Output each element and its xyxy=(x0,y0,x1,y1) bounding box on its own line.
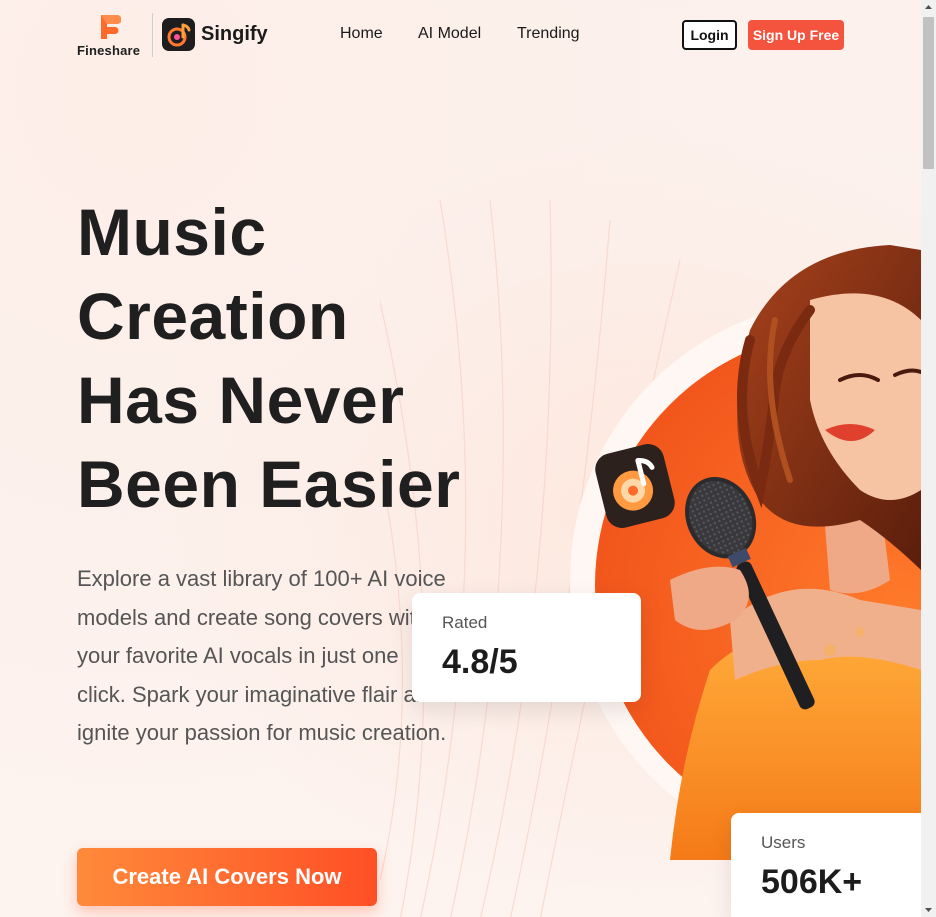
nav-home[interactable]: Home xyxy=(340,25,383,43)
headline-line: Music xyxy=(77,195,267,269)
login-button[interactable]: Login xyxy=(682,20,737,50)
rating-label: Rated xyxy=(442,613,488,632)
singify-brand-text: Singify xyxy=(201,23,268,45)
logo-divider xyxy=(152,13,153,57)
nav-ai-model[interactable]: AI Model xyxy=(418,25,481,43)
scrollbar-thumb[interactable] xyxy=(923,17,934,169)
headline-line: Creation xyxy=(77,279,349,353)
singify-logo[interactable]: Singify xyxy=(162,18,268,51)
site-header: Fineshare Singify Home AI Model Trending… xyxy=(0,0,921,70)
users-label: Users xyxy=(761,833,806,852)
rating-card: Rated 4.8/5 xyxy=(412,593,641,702)
singify-app-icon xyxy=(162,18,195,51)
signup-button[interactable]: Sign Up Free xyxy=(748,20,844,50)
headline-line: Been Easier xyxy=(77,447,461,521)
singer-illustration xyxy=(570,245,921,860)
create-ai-covers-button[interactable]: Create AI Covers Now xyxy=(77,848,377,906)
music-note-icon xyxy=(595,444,675,528)
rating-value: 4.8/5 xyxy=(442,643,518,681)
hero-headline: Music Creation Has Never Been Easier xyxy=(77,190,477,526)
page: Fineshare Singify Home AI Model Trending… xyxy=(0,0,921,917)
users-card: Users 506K+ xyxy=(731,813,921,917)
nav-trending[interactable]: Trending xyxy=(517,25,580,43)
hero-description: Explore a vast library of 100+ AI voice … xyxy=(77,566,447,745)
fineshare-brand-text: Fineshare xyxy=(77,43,141,58)
headline-line: Has Never xyxy=(77,363,405,437)
fineshare-logo[interactable]: Fineshare xyxy=(77,13,141,59)
scroll-down-arrow-icon[interactable] xyxy=(921,902,936,917)
scroll-up-arrow-icon[interactable] xyxy=(921,0,936,15)
page-scrollbar[interactable] xyxy=(921,0,936,917)
fineshare-logo-icon xyxy=(101,15,121,39)
users-value: 506K+ xyxy=(761,863,863,901)
